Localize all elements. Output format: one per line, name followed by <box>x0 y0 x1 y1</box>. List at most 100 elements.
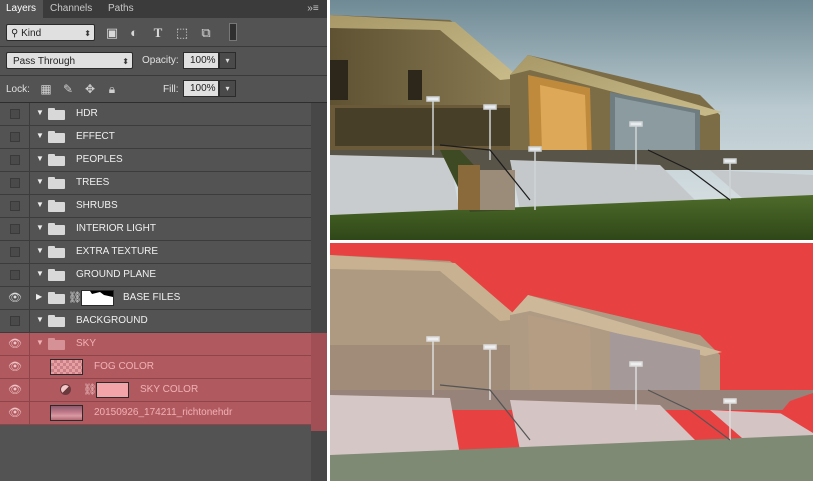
architectural-render-masked <box>330 243 813 481</box>
layer-name: FOG COLOR <box>94 361 155 372</box>
link-icon[interactable]: ⛓ <box>83 383 97 396</box>
adjustment-layer-icon <box>60 384 71 395</box>
layer-row-fog-color[interactable]: 👁︎ FOG COLOR <box>0 356 311 379</box>
chevron-updown-icon: ⬍ <box>84 29 91 38</box>
layer-mask-thumbnail[interactable] <box>96 382 129 398</box>
link-icon[interactable]: ⛓ <box>68 291 82 304</box>
folder-icon <box>48 269 65 281</box>
layer-row-shrubs[interactable]: ▼ SHRUBS <box>0 195 311 218</box>
visibility-toggle[interactable] <box>0 195 30 217</box>
opacity-dropdown-button[interactable]: ▾ <box>219 52 236 69</box>
kind-filter-select[interactable]: ⚲ Kind ⬍ <box>6 24 95 41</box>
folder-icon <box>48 315 65 327</box>
fill-dropdown-button[interactable]: ▾ <box>219 80 236 97</box>
layer-row-sky-image[interactable]: 👁︎ 20150926_174211_richtonehdr <box>0 402 311 425</box>
lock-image-pixels-icon[interactable]: ✎ <box>61 82 75 96</box>
layer-row-interior-light[interactable]: ▼ INTERIOR LIGHT <box>0 218 311 241</box>
layer-row-base-files[interactable]: 👁︎ ▶ ⛓ BASE FILES <box>0 287 311 310</box>
filter-toggle-icon[interactable] <box>229 23 237 41</box>
visibility-toggle[interactable]: 👁︎ <box>0 379 30 401</box>
layer-name: EXTRA TEXTURE <box>76 246 159 257</box>
visibility-toggle[interactable] <box>0 310 30 332</box>
collapse-triangle-icon[interactable]: ▼ <box>36 338 44 347</box>
empty-list-area <box>0 425 311 481</box>
folder-icon <box>48 223 65 235</box>
folder-icon <box>48 177 65 189</box>
collapse-triangle-icon[interactable]: ▼ <box>36 246 44 255</box>
layer-name: SHRUBS <box>76 200 118 211</box>
folder-icon <box>48 108 65 120</box>
visibility-toggle[interactable]: 👁︎ <box>0 402 30 424</box>
layer-thumbnail[interactable] <box>50 359 83 375</box>
visibility-toggle[interactable] <box>0 126 30 148</box>
layer-row-peoples[interactable]: ▼ PEOPLES <box>0 149 311 172</box>
layer-list-scrollbar[interactable] <box>311 103 327 481</box>
shape-filter-icon[interactable]: ⬚ <box>174 25 190 40</box>
blend-row: Pass Through ⬍ Opacity: 100% ▾ <box>0 48 327 74</box>
eye-icon: 👁︎ <box>8 292 22 304</box>
folder-icon <box>48 246 65 258</box>
layer-row-sky[interactable]: 👁︎ ▼ SKY <box>0 333 311 356</box>
adjustment-filter-icon[interactable]: ◐ <box>126 25 142 40</box>
fill-input[interactable]: 100% <box>183 80 219 97</box>
separator <box>0 46 327 47</box>
visibility-toggle[interactable]: 👁︎ <box>0 287 30 309</box>
collapse-triangle-icon[interactable]: ▼ <box>36 269 44 278</box>
eye-icon: 👁︎ <box>8 407 22 419</box>
lock-all-icon[interactable]: 🔒︎ <box>105 82 119 96</box>
kind-filter-label: Kind <box>21 28 42 39</box>
layer-name: GROUND PLANE <box>76 269 157 280</box>
layer-name: BACKGROUND <box>76 315 148 326</box>
blend-mode-select[interactable]: Pass Through ⬍ <box>6 52 133 69</box>
layer-row-trees[interactable]: ▼ TREES <box>0 172 311 195</box>
image-filter-icon[interactable]: ▣ <box>104 25 120 40</box>
folder-icon <box>48 292 65 304</box>
layer-name: 20150926_174211_richtonehdr <box>94 407 233 418</box>
collapse-triangle-icon[interactable]: ▼ <box>36 200 44 209</box>
lock-label: Lock: <box>6 84 30 95</box>
mask-shape-icon <box>82 291 113 297</box>
visibility-toggle[interactable] <box>0 218 30 240</box>
layer-row-extra-texture[interactable]: ▼ EXTRA TEXTURE <box>0 241 311 264</box>
search-icon: ⚲ <box>11 28 22 39</box>
layer-row-sky-color[interactable]: 👁︎ ⛓ SKY COLOR <box>0 379 311 402</box>
layer-row-effect[interactable]: ▼ EFFECT <box>0 126 311 149</box>
layer-row-background[interactable]: ▼ BACKGROUND <box>0 310 311 333</box>
layer-name: EFFECT <box>76 131 115 142</box>
visibility-toggle[interactable] <box>0 103 30 125</box>
visibility-toggle[interactable] <box>0 241 30 263</box>
opacity-input[interactable]: 100% <box>183 52 219 69</box>
blend-mode-value: Pass Through <box>13 56 76 67</box>
visibility-toggle[interactable]: 👁︎ <box>0 333 30 355</box>
tab-layers[interactable]: Layers <box>0 0 43 18</box>
mask-thumbnail[interactable] <box>81 290 114 306</box>
collapse-triangle-icon[interactable]: ▼ <box>36 131 44 140</box>
layer-name: SKY <box>76 338 97 349</box>
tab-channels[interactable]: Channels <box>44 0 98 18</box>
folder-icon <box>48 154 65 166</box>
layer-name: TREES <box>76 177 110 188</box>
lock-position-icon[interactable]: ✥ <box>83 82 97 96</box>
visibility-toggle[interactable] <box>0 149 30 171</box>
fill-label: Fill: <box>163 84 179 95</box>
layer-row-ground-plane[interactable]: ▼ GROUND PLANE <box>0 264 311 287</box>
expand-triangle-icon[interactable]: ▶ <box>36 292 42 301</box>
image-thumbnail[interactable] <box>50 405 83 421</box>
lock-transparent-pixels-icon[interactable]: ▦ <box>39 82 53 96</box>
architectural-render-top <box>330 0 813 240</box>
collapse-triangle-icon[interactable]: ▼ <box>36 315 44 324</box>
type-filter-icon[interactable]: T <box>150 25 166 40</box>
collapse-triangle-icon[interactable]: ▼ <box>36 154 44 163</box>
panel-menu-icon[interactable]: »≡ <box>305 2 321 15</box>
layer-row-hdr[interactable]: ▼ HDR <box>0 103 311 126</box>
visibility-toggle[interactable] <box>0 172 30 194</box>
collapse-triangle-icon[interactable]: ▼ <box>36 223 44 232</box>
smart-object-filter-icon[interactable]: ⧉ <box>198 25 214 40</box>
collapse-triangle-icon[interactable]: ▼ <box>36 177 44 186</box>
filter-row: ⚲ Kind ⬍ ▣ ◐ T ⬚ ⧉ <box>0 20 327 46</box>
visibility-toggle[interactable]: 👁︎ <box>0 356 30 378</box>
collapse-triangle-icon[interactable]: ▼ <box>36 108 44 117</box>
visibility-toggle[interactable] <box>0 264 30 286</box>
opacity-label: Opacity: <box>142 55 179 66</box>
tab-paths[interactable]: Paths <box>102 0 140 18</box>
